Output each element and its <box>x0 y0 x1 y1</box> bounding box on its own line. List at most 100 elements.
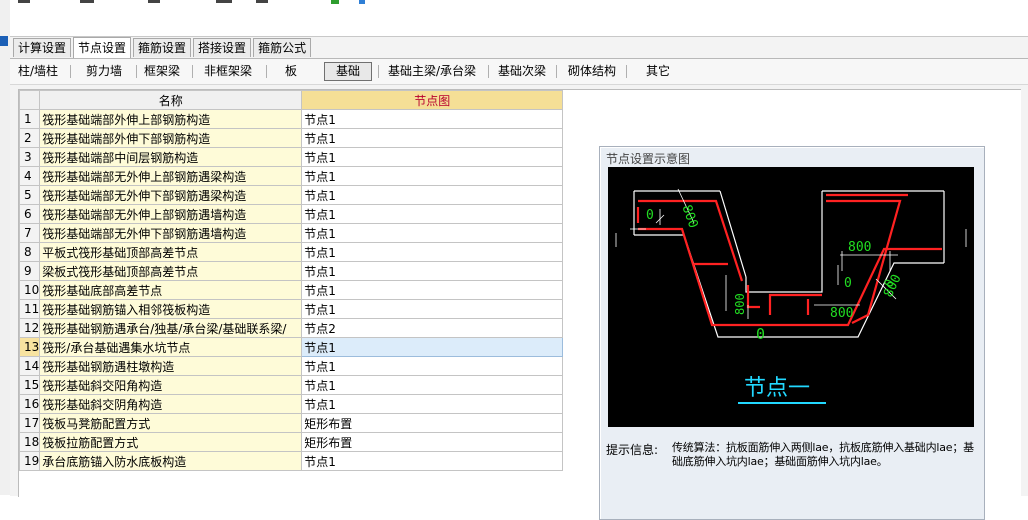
row-node-value[interactable]: 节点1 <box>301 261 564 281</box>
table-row[interactable]: 12 筏形基础钢筋遇承台/独基/承台梁/基础联系梁/节点2 <box>18 318 564 338</box>
category-shear-wall[interactable]: 剪力墙 <box>80 63 128 80</box>
diagram-canvas: 0 800 800 0 800 800 800 0 0 节点一 <box>608 167 974 427</box>
node-diagram-panel: 节点设置示意图 0 800 800 0 800 800 800 0 0 节点一 … <box>599 146 985 520</box>
dim-800-top-right: 800 <box>848 240 871 255</box>
dim-zero-3: 0 <box>756 325 765 343</box>
dim-800-bottom: 800 <box>830 306 853 321</box>
tab-calc-settings[interactable]: 计算设置 <box>13 38 72 57</box>
tab-stirrup-settings[interactable]: 箍筋设置 <box>133 38 192 57</box>
row-name: 筏形基础端部无外伸下部钢筋遇梁构造 <box>39 185 303 205</box>
table-row[interactable]: 8 平板式筏形基础顶部高差节点 节点1 <box>18 242 564 262</box>
table-row[interactable]: 1 筏形基础端部外伸上部钢筋构造 节点1 <box>18 109 564 129</box>
row-name: 筏形基础钢筋遇承台/独基/承台梁/基础联系梁/ <box>39 318 303 338</box>
table-row[interactable]: 17 筏板马凳筋配置方式 矩形布置 <box>18 413 564 433</box>
table-row[interactable]: 18 筏板拉筋配置方式 矩形布置 <box>18 432 564 452</box>
table-row[interactable]: 14 筏形基础钢筋遇柱墩构造 节点1 <box>18 356 564 376</box>
row-number: 17 <box>18 413 41 433</box>
row-node-value[interactable]: 节点1 <box>301 185 564 205</box>
row-number: 1 <box>18 109 41 129</box>
row-node-value[interactable]: 节点1 <box>301 223 564 243</box>
dim-800-vertical: 800 <box>733 293 747 315</box>
dim-zero-2: 0 <box>844 276 852 291</box>
category-foundation-secondary-beam[interactable]: 基础次梁 <box>496 63 548 80</box>
table-row[interactable]: 19 承台底筋锚入防水底板构造 节点1 <box>18 451 564 471</box>
row-node-value[interactable]: 节点1 <box>301 337 564 357</box>
row-node-value[interactable]: 节点2 <box>301 318 564 338</box>
row-name: 筏形基础端部无外伸上部钢筋遇梁构造 <box>39 166 303 186</box>
diagram-title: 节点设置示意图 <box>606 152 691 166</box>
row-name: 筏形/承台基础遇集水坑节点 <box>39 337 303 357</box>
toolbar-separator <box>556 65 557 78</box>
table-row[interactable]: 11 筏形基础钢筋锚入相邻筏板构造 节点1 <box>18 299 564 319</box>
toolbar-separator <box>488 65 489 78</box>
row-name: 筏形基础端部外伸下部钢筋构造 <box>39 128 303 148</box>
category-foundation[interactable]: 基础 <box>324 62 372 81</box>
category-foundation-main-beam[interactable]: 基础主梁/承台梁 <box>384 63 480 80</box>
row-node-value[interactable]: 矩形布置 <box>301 432 564 452</box>
row-node-value[interactable]: 节点1 <box>301 128 564 148</box>
row-name: 筏形基础斜交阴角构造 <box>39 394 303 414</box>
table-row[interactable]: 10 筏形基础底部高差节点 节点1 <box>18 280 564 300</box>
row-number: 2 <box>18 128 41 148</box>
toolbar-separator <box>70 65 71 78</box>
row-name: 筏形基础钢筋锚入相邻筏板构造 <box>39 299 303 319</box>
row-node-value[interactable]: 节点1 <box>301 166 564 186</box>
hint-text: 传统算法：抗板面筋伸入两侧lae，抗板底筋伸入基础内lae；基础底筋伸入坑内la… <box>672 441 974 468</box>
header-node-diagram: 节点图 <box>301 90 564 110</box>
row-node-value[interactable]: 节点1 <box>301 147 564 167</box>
header-num-cell <box>18 90 41 110</box>
toolbar-fragment <box>148 0 160 3</box>
category-non-frame-beam[interactable]: 非框架梁 <box>198 63 258 80</box>
category-column-wall-column[interactable]: 柱/墙柱 <box>14 63 62 80</box>
tab-lap-settings[interactable]: 搭接设置 <box>193 38 252 57</box>
table-row[interactable]: 9 梁板式筏形基础顶部高差节点 节点1 <box>18 261 564 281</box>
row-name: 筏形基础端部无外伸上部钢筋遇墙构造 <box>39 204 303 224</box>
row-name: 筏形基础端部无外伸下部钢筋遇墙构造 <box>39 223 303 243</box>
dim-zero-1: 0 <box>646 208 654 223</box>
table-row[interactable]: 5 筏形基础端部无外伸下部钢筋遇梁构造 节点1 <box>18 185 564 205</box>
row-node-value[interactable]: 节点1 <box>301 375 564 395</box>
header-name: 名称 <box>39 90 303 110</box>
settings-panel: 计算设置 节点设置 箍筋设置 搭接设置 箍筋公式 柱/墙柱 剪力墙 框架梁 非框… <box>10 36 1028 520</box>
tab-stirrup-formula[interactable]: 箍筋公式 <box>253 38 312 57</box>
row-node-value[interactable]: 节点1 <box>301 242 564 262</box>
toolbar-fragment <box>256 0 268 3</box>
category-masonry[interactable]: 砌体结构 <box>566 63 618 80</box>
hint-label: 提示信息: <box>606 443 659 457</box>
row-node-value[interactable]: 节点1 <box>301 451 564 471</box>
toolbar-separator <box>192 65 193 78</box>
category-toolbar: 柱/墙柱 剪力墙 框架梁 非框架梁 板 基础 基础主梁/承台梁 基础次梁 砌体结… <box>10 58 1028 85</box>
row-node-value[interactable]: 矩形布置 <box>301 413 564 433</box>
table-row[interactable]: 4 筏形基础端部无外伸上部钢筋遇梁构造 节点1 <box>18 166 564 186</box>
category-slab[interactable]: 板 <box>276 63 306 80</box>
row-node-value[interactable]: 节点1 <box>301 204 564 224</box>
row-number: 5 <box>18 185 41 205</box>
row-node-value[interactable]: 节点1 <box>301 109 564 129</box>
table-row[interactable]: 3 筏形基础端部中间层钢筋构造 节点1 <box>18 147 564 167</box>
table-row[interactable]: 6 筏形基础端部无外伸上部钢筋遇墙构造 节点1 <box>18 204 564 224</box>
row-node-value[interactable]: 节点1 <box>301 356 564 376</box>
toolbar-separator <box>136 65 137 78</box>
row-node-value[interactable]: 节点1 <box>301 280 564 300</box>
table-row[interactable]: 15 筏形基础斜交阳角构造 节点1 <box>18 375 564 395</box>
toolbar-fragment <box>216 0 232 3</box>
row-name: 筏形基础钢筋遇柱墩构造 <box>39 356 303 376</box>
row-number: 11 <box>18 299 41 319</box>
row-name: 承台底筋锚入防水底板构造 <box>39 451 303 471</box>
table-row[interactable]: 13 筏形/承台基础遇集水坑节点 节点1 <box>18 337 564 357</box>
row-number: 8 <box>18 242 41 262</box>
table-row[interactable]: 2 筏形基础端部外伸下部钢筋构造 节点1 <box>18 128 564 148</box>
table-row[interactable]: 7 筏形基础端部无外伸下部钢筋遇墙构造 节点1 <box>18 223 564 243</box>
tab-node-settings[interactable]: 节点设置 <box>73 37 132 58</box>
top-toolbar-area <box>10 0 1028 36</box>
row-number: 12 <box>18 318 41 338</box>
tab-bar: 计算设置 节点设置 箍筋设置 搭接设置 箍筋公式 <box>13 37 313 58</box>
category-other[interactable]: 其它 <box>638 63 678 80</box>
row-node-value[interactable]: 节点1 <box>301 299 564 319</box>
row-node-value[interactable]: 节点1 <box>301 394 564 414</box>
table-row[interactable]: 16 筏形基础斜交阴角构造 节点1 <box>18 394 564 414</box>
toolbar-fragment <box>18 0 30 3</box>
diagram-node-caption: 节点一 <box>744 376 810 401</box>
category-frame-beam[interactable]: 框架梁 <box>140 63 184 80</box>
row-number: 6 <box>18 204 41 224</box>
